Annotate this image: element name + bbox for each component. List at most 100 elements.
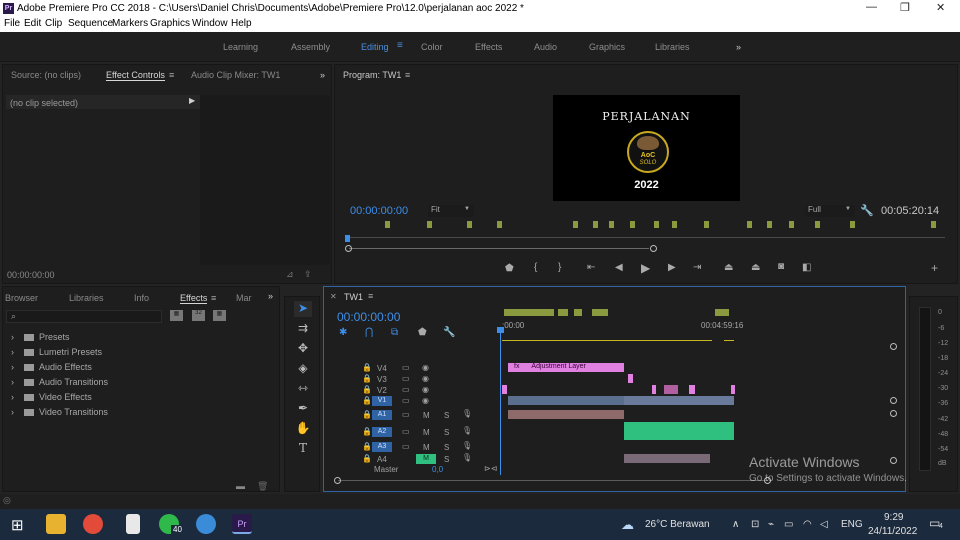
folder-presets[interactable]: › Presets xyxy=(11,332,70,342)
vertical-scroll-handle[interactable] xyxy=(890,397,897,404)
32bit-effects-icon[interactable]: 32 xyxy=(192,310,205,321)
marker[interactable] xyxy=(931,221,936,228)
marker[interactable] xyxy=(497,221,502,228)
close-button[interactable]: ✕ xyxy=(936,1,945,14)
marker[interactable] xyxy=(672,221,677,228)
pen-tool-icon[interactable]: ✒ xyxy=(294,401,312,417)
sync-lock-icon[interactable]: ▭ xyxy=(402,396,410,405)
marker[interactable] xyxy=(609,221,614,228)
a1-clip[interactable] xyxy=(508,410,624,419)
timeline-settings-wrench-icon[interactable]: 🔧 xyxy=(443,327,455,338)
v1-clip-group[interactable] xyxy=(624,396,734,405)
marker[interactable] xyxy=(789,221,794,228)
effects-menu-icon[interactable]: ≡ xyxy=(211,293,216,303)
usb-icon[interactable]: ⌁ xyxy=(768,519,774,530)
menu-markers[interactable]: Markers xyxy=(112,18,148,29)
nest-toggle-icon[interactable]: ✱ xyxy=(339,327,347,338)
workspace-audio[interactable]: Audio xyxy=(534,42,557,52)
language-indicator[interactable]: ENG xyxy=(841,519,863,530)
marker[interactable] xyxy=(850,221,855,228)
microphone-icon[interactable]: 🎙 xyxy=(462,441,472,450)
vertical-scroll-handle[interactable] xyxy=(890,457,897,464)
marker-cluster[interactable] xyxy=(574,309,582,316)
panel-menu-icon[interactable]: ≡ xyxy=(169,70,174,80)
go-to-in-icon[interactable]: ⇤ xyxy=(587,262,595,273)
wifi-icon[interactable]: ◠ xyxy=(803,519,812,530)
play-icon[interactable]: ▶ xyxy=(641,261,650,275)
filter-icon[interactable]: ⊿ xyxy=(286,269,294,280)
tab-audio-clip-mixer[interactable]: Audio Clip Mixer: TW1 xyxy=(191,70,280,80)
menu-window[interactable]: Window xyxy=(192,18,228,29)
lock-icon[interactable]: 🔒 xyxy=(362,385,372,394)
clock-date[interactable]: 24/11/2022 xyxy=(868,526,917,537)
camera-export-frame-icon[interactable]: ◙ xyxy=(778,261,784,272)
program-time-ruler[interactable] xyxy=(345,237,945,238)
show-hidden-icons[interactable]: ∧ xyxy=(732,519,739,530)
marker[interactable] xyxy=(747,221,752,228)
workspace-libraries[interactable]: Libraries xyxy=(655,42,690,52)
yuv-effects-icon[interactable]: ▦ xyxy=(213,310,226,321)
mark-in-icon[interactable]: { xyxy=(534,262,537,273)
wrench-settings-icon[interactable]: 🔧 xyxy=(860,204,874,217)
marker[interactable] xyxy=(767,221,772,228)
file-explorer-icon[interactable] xyxy=(46,514,66,534)
fit-dropdown[interactable]: Fit ▼ xyxy=(428,205,474,217)
tab-info[interactable]: Info xyxy=(134,293,149,303)
vertical-scroll-handle[interactable] xyxy=(890,343,897,350)
v2-clip[interactable] xyxy=(652,385,656,394)
lock-icon[interactable]: 🔒 xyxy=(362,442,372,451)
workspace-editing[interactable]: Editing xyxy=(361,42,389,52)
eye-icon[interactable]: ◉ xyxy=(422,385,429,394)
master-volume-value[interactable]: 0,0 xyxy=(432,465,443,474)
solo-button[interactable]: S xyxy=(444,455,449,464)
minimize-button[interactable]: — xyxy=(866,1,877,13)
workspace-graphics[interactable]: Graphics xyxy=(589,42,625,52)
marker[interactable] xyxy=(630,221,635,228)
sync-lock-icon[interactable]: ▭ xyxy=(402,363,410,372)
add-marker-icon[interactable]: ⬟ xyxy=(505,263,514,274)
folder-audio-effects[interactable]: › Audio Effects xyxy=(11,362,92,372)
eye-icon[interactable]: ◉ xyxy=(422,363,429,372)
marker[interactable] xyxy=(704,221,709,228)
whatsapp-icon[interactable]: 40 xyxy=(159,514,184,534)
new-bin-icon[interactable]: ▬ xyxy=(236,481,245,491)
mute-button[interactable]: M xyxy=(423,443,430,452)
horizontal-scroll-handle-left[interactable] xyxy=(334,477,341,484)
accelerated-effects-icon[interactable]: ▦ xyxy=(170,310,183,321)
timeline-menu-icon[interactable]: ≡ xyxy=(368,291,373,301)
effects-search-input[interactable]: ⌕ xyxy=(6,310,162,323)
timeline-ruler[interactable]: :00:00 00:04:59:16 xyxy=(502,307,892,341)
mute-button[interactable]: M xyxy=(423,411,430,420)
network-icon[interactable]: ⊡ xyxy=(751,519,759,530)
slip-tool-icon[interactable]: ⇿ xyxy=(294,381,312,397)
sync-lock-icon[interactable]: ▭ xyxy=(402,385,410,394)
sync-lock-icon[interactable]: ▭ xyxy=(402,427,410,436)
marker[interactable] xyxy=(467,221,472,228)
tab-libraries[interactable]: Libraries xyxy=(69,293,104,303)
workspace-color[interactable]: Color xyxy=(421,42,443,52)
clock-time[interactable]: 9:29 xyxy=(884,512,903,523)
more-tabs-icon[interactable]: » xyxy=(320,70,325,80)
v2-clip[interactable] xyxy=(664,385,678,394)
mark-out-icon[interactable]: } xyxy=(558,262,561,273)
selection-tool-icon[interactable]: ➤ xyxy=(294,301,312,317)
v3-clip[interactable] xyxy=(628,374,633,383)
trash-icon[interactable]: 🗑 xyxy=(257,481,268,492)
workspace-assembly[interactable]: Assembly xyxy=(291,42,330,52)
folder-audio-transitions[interactable]: › Audio Transitions xyxy=(11,377,108,387)
windows-start-icon[interactable]: ⊞ xyxy=(11,516,24,534)
solo-button[interactable]: S xyxy=(444,428,449,437)
track-label-a2[interactable]: A2 xyxy=(372,427,392,437)
chrome-profile-icon[interactable] xyxy=(196,514,216,534)
marker[interactable] xyxy=(654,221,659,228)
track-label-a3[interactable]: A3 xyxy=(372,442,392,452)
weather-cloud-icon[interactable]: ☁ xyxy=(621,517,634,533)
razor-tool-icon[interactable]: ◈ xyxy=(294,361,312,377)
marker[interactable] xyxy=(385,221,390,228)
eye-icon[interactable]: ◉ xyxy=(422,374,429,383)
horizontal-scrollbar[interactable] xyxy=(338,480,768,481)
v2-clip[interactable] xyxy=(502,385,507,394)
lock-icon[interactable]: 🔒 xyxy=(362,410,372,419)
lock-icon[interactable]: 🔒 xyxy=(362,363,372,372)
marker-cluster[interactable] xyxy=(558,309,568,316)
